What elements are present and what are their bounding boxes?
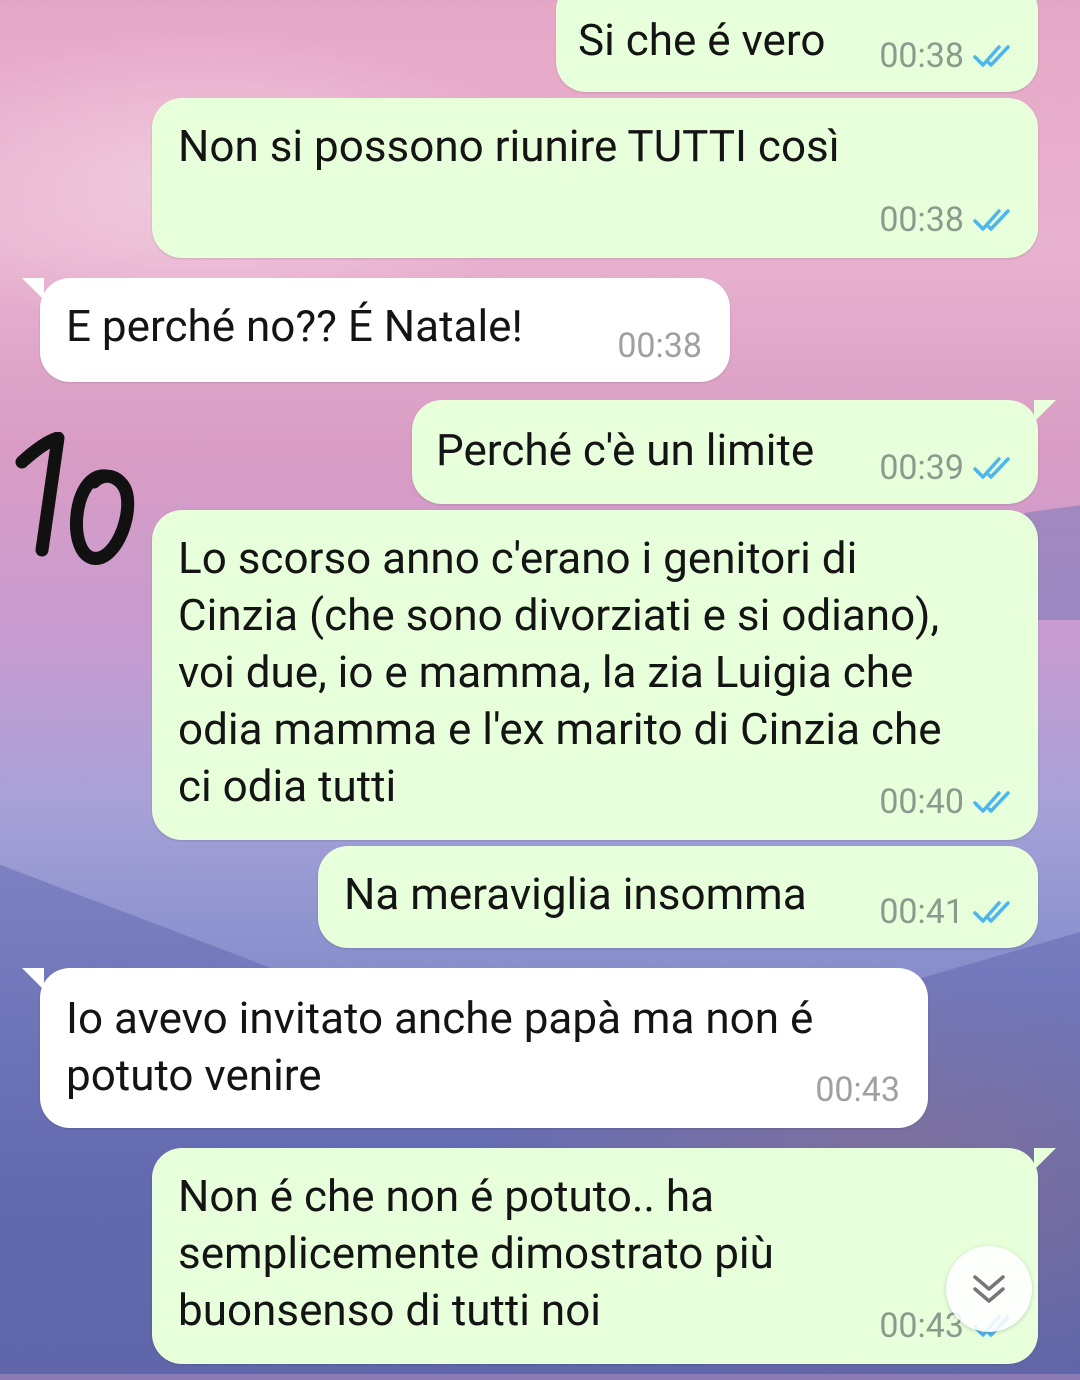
message-text: Non é che non é potuto.. ha semplicement… <box>178 1170 774 1336</box>
message-text: Perché c'è un limite <box>436 424 815 476</box>
message-text: E perché no?? É Natale! <box>66 300 523 352</box>
double-check-icon <box>973 901 1010 923</box>
message-outgoing[interactable]: Perché c'è un limite 00:39 <box>412 400 1056 504</box>
double-check-icon <box>973 457 1010 479</box>
message-meta: 00:43 <box>815 1070 900 1110</box>
message-meta: 00:40 <box>879 782 1016 822</box>
scroll-to-bottom-button[interactable] <box>946 1246 1032 1332</box>
message-time: 00:38 <box>617 326 702 366</box>
message-time: 00:43 <box>879 1306 964 1346</box>
double-check-icon <box>973 209 1010 231</box>
message-meta: 00:39 <box>879 448 1016 488</box>
message-time: 00:41 <box>879 892 964 932</box>
message-time: 00:39 <box>879 448 964 488</box>
message-time: 00:40 <box>879 782 964 822</box>
message-incoming[interactable]: E perché no?? É Natale! 00:38 <box>22 278 730 382</box>
message-incoming[interactable]: Io avevo invitato anche papà ma non é po… <box>22 968 928 1128</box>
message-outgoing[interactable]: Lo scorso anno c'erano i genitori di Cin… <box>152 510 1038 840</box>
double-check-icon <box>973 45 1010 67</box>
message-text: Io avevo invitato anche papà ma non é po… <box>66 992 814 1101</box>
message-meta: 00:41 <box>879 892 1016 932</box>
chevron-down-double-icon <box>973 1275 1005 1303</box>
message-outgoing[interactable]: Non si possono riunire TUTTI così 00:38 <box>152 98 1038 258</box>
message-text: Si che é vero <box>578 14 826 66</box>
handwritten-number-10 <box>15 432 135 565</box>
double-check-icon <box>973 791 1010 813</box>
message-time: 00:38 <box>879 36 964 76</box>
message-outgoing[interactable]: Na meraviglia insomma 00:41 <box>318 846 1038 948</box>
message-time: 00:43 <box>815 1070 900 1110</box>
message-meta: 00:38 <box>617 326 702 366</box>
message-text: Na meraviglia insomma <box>344 868 807 920</box>
message-meta: 00:38 <box>879 36 1016 76</box>
message-text: Non si possono riunire TUTTI così <box>178 120 840 172</box>
message-time: 00:38 <box>879 200 964 240</box>
message-outgoing[interactable]: Non é che non é potuto.. ha semplicement… <box>152 1148 1056 1364</box>
message-meta: 00:38 <box>879 200 1016 240</box>
message-outgoing[interactable]: Si che é vero 00:38 <box>556 0 1056 92</box>
message-text: Lo scorso anno c'erano i genitori di Cin… <box>178 532 942 812</box>
